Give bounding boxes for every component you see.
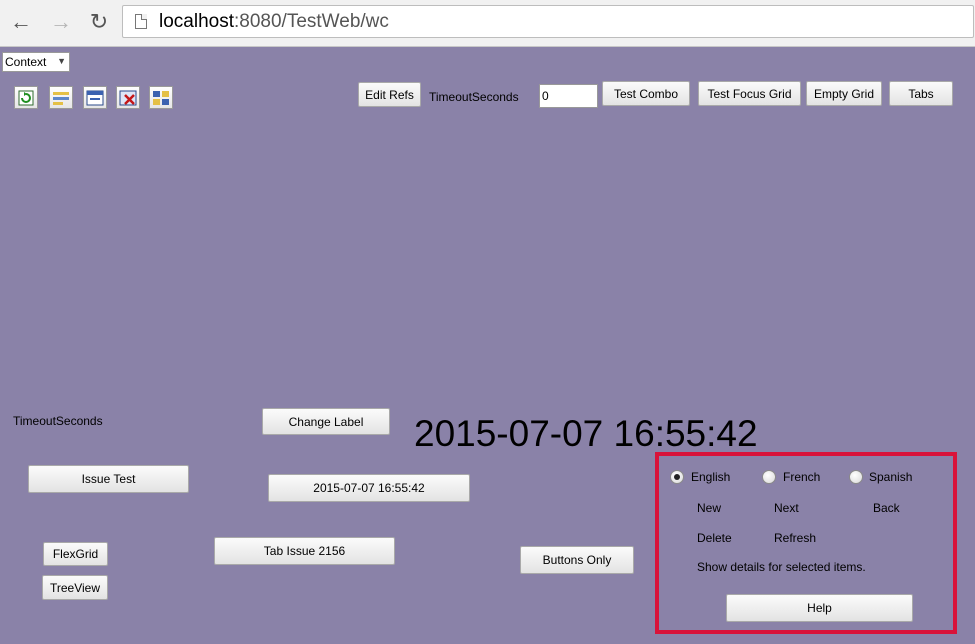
tab-issue-button[interactable]: Tab Issue 2156: [214, 537, 395, 565]
forward-arrow-icon[interactable]: →: [48, 9, 74, 35]
issue-test-button[interactable]: Issue Test: [28, 465, 189, 493]
chevron-down-icon: ▼: [57, 56, 66, 66]
test-combo-button[interactable]: Test Combo: [602, 81, 690, 106]
browser-toolbar: ← → ↻ localhost:8080/TestWeb/wc: [0, 0, 975, 47]
help-button[interactable]: Help: [726, 594, 913, 622]
test-focus-grid-button[interactable]: Test Focus Grid: [698, 81, 801, 106]
context-label: Context: [5, 55, 47, 69]
buttons-only-button[interactable]: Buttons Only: [520, 546, 634, 574]
address-bar[interactable]: localhost:8080/TestWeb/wc: [122, 5, 974, 38]
details-text: Show details for selected items.: [697, 560, 866, 574]
edit-refs-button[interactable]: Edit Refs: [358, 82, 421, 107]
refresh-tool-icon[interactable]: [14, 86, 38, 109]
timeout-seconds-label: TimeoutSeconds: [429, 90, 519, 104]
date-time-button[interactable]: 2015-07-07 16:55:42: [268, 474, 470, 502]
clock-display: 2015-07-07 16:55:42: [414, 413, 758, 454]
change-label-button[interactable]: Change Label: [262, 408, 390, 435]
grid-tool-icon[interactable]: [149, 86, 173, 109]
url-text: localhost:8080/TestWeb/wc: [159, 11, 389, 32]
timeout-seconds-text: TimeoutSeconds: [13, 414, 103, 428]
french-label: French: [783, 470, 821, 484]
spanish-label: Spanish: [869, 470, 913, 484]
back-arrow-icon[interactable]: ←: [8, 9, 34, 35]
radio-english[interactable]: [670, 470, 684, 484]
timeout-seconds-input[interactable]: 0: [539, 84, 598, 108]
back-link[interactable]: Back: [873, 501, 900, 515]
treeview-button[interactable]: TreeView: [42, 575, 108, 600]
context-dropdown[interactable]: Context ▼: [2, 52, 70, 72]
refresh-link[interactable]: Refresh: [774, 531, 816, 545]
tabs-button[interactable]: Tabs: [889, 81, 953, 106]
flexgrid-button[interactable]: FlexGrid: [43, 542, 108, 566]
empty-grid-button[interactable]: Empty Grid: [806, 81, 882, 106]
page-icon: [135, 14, 147, 29]
reload-icon[interactable]: ↻: [86, 9, 112, 35]
delete-record-tool-icon[interactable]: [116, 86, 140, 109]
language-panel: English French Spanish New Next Back Del…: [655, 452, 957, 634]
english-label: English: [691, 470, 731, 484]
new-link[interactable]: New: [697, 501, 721, 515]
next-link[interactable]: Next: [774, 501, 799, 515]
delete-link[interactable]: Delete: [697, 531, 732, 545]
radio-french[interactable]: [762, 470, 776, 484]
window-tool-icon[interactable]: [83, 86, 107, 109]
list-tool-icon[interactable]: [49, 86, 73, 109]
radio-spanish[interactable]: [849, 470, 863, 484]
